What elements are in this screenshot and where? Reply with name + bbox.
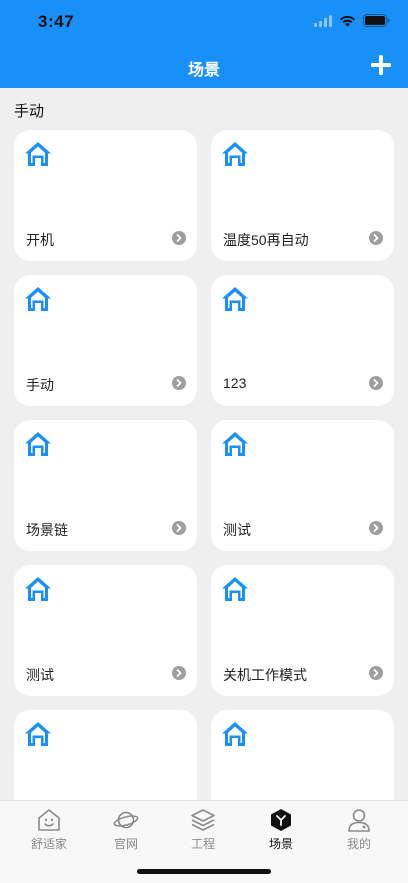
home-icon	[25, 722, 51, 746]
scene-card-label: 测试	[26, 667, 54, 683]
scene-card-label: 场景链	[26, 522, 68, 538]
chevron-right-icon	[369, 376, 383, 390]
scene-card[interactable]	[211, 710, 394, 800]
scene-card[interactable]	[14, 710, 197, 800]
smile-house-icon	[38, 809, 60, 831]
home-icon	[25, 577, 51, 601]
page-title: 场景	[187, 62, 220, 79]
home-icon	[25, 142, 51, 166]
scene-card-label: 温度50再自动	[223, 232, 309, 248]
home-icon	[25, 287, 51, 311]
scene-card[interactable]: 手动	[14, 275, 197, 406]
scene-card-label: 开机	[26, 232, 54, 248]
chevron-right-icon	[172, 376, 186, 390]
planet-icon	[113, 811, 139, 829]
tab-website[interactable]: 官网	[96, 807, 156, 857]
home-icon	[25, 432, 51, 456]
nav-bar: 场景	[0, 44, 408, 88]
scene-card[interactable]: 开机	[14, 130, 197, 261]
chevron-right-icon	[172, 231, 186, 245]
chevron-right-icon	[369, 666, 383, 680]
battery-icon	[363, 14, 390, 27]
home-icon	[222, 722, 248, 746]
tab-label: 我的	[346, 837, 371, 851]
header: 3:47 场景	[0, 0, 408, 88]
scene-cube-icon	[271, 809, 291, 831]
scene-card[interactable]: 测试	[14, 565, 197, 696]
scene-grid: 开机 温度50再自动 手动 123 场景链 测试 测试 关机工作模式	[14, 130, 394, 800]
scene-card-label: 123	[223, 375, 247, 391]
layers-icon	[191, 809, 215, 831]
scene-card-label: 手动	[26, 377, 54, 393]
scene-card[interactable]: 123	[211, 275, 394, 406]
chevron-right-icon	[369, 521, 383, 535]
user-icon	[348, 809, 370, 832]
tab-mine[interactable]: 我的	[329, 807, 389, 857]
chevron-right-icon	[369, 231, 383, 245]
home-icon	[222, 142, 248, 166]
home-icon	[222, 432, 248, 456]
status-bar: 3:47	[0, 0, 408, 44]
tab-engineering[interactable]: 工程	[173, 807, 233, 857]
wifi-icon	[340, 15, 355, 26]
home-indicator	[137, 869, 271, 874]
status-icons	[314, 14, 390, 27]
plus-icon[interactable]	[368, 52, 394, 78]
scene-card[interactable]: 关机工作模式	[211, 565, 394, 696]
chevron-right-icon	[172, 521, 186, 535]
status-time: 3:47	[38, 12, 75, 31]
signal-icon	[314, 14, 332, 27]
chevron-right-icon	[172, 666, 186, 680]
scene-card[interactable]: 温度50再自动	[211, 130, 394, 261]
tab-comfort-home[interactable]: 舒适家	[19, 807, 79, 857]
section-title: 手动	[14, 103, 45, 120]
tab-label: 场景	[268, 837, 293, 851]
tab-label: 官网	[113, 837, 138, 851]
scene-card[interactable]: 测试	[211, 420, 394, 551]
tab-label: 舒适家	[30, 837, 67, 851]
tab-label: 工程	[190, 837, 215, 851]
home-icon	[222, 577, 248, 601]
home-icon	[222, 287, 248, 311]
scene-card-label: 测试	[223, 522, 251, 538]
tab-scenes[interactable]: 场景	[251, 807, 311, 857]
scene-card[interactable]: 场景链	[14, 420, 197, 551]
scene-card-label: 关机工作模式	[223, 667, 307, 683]
